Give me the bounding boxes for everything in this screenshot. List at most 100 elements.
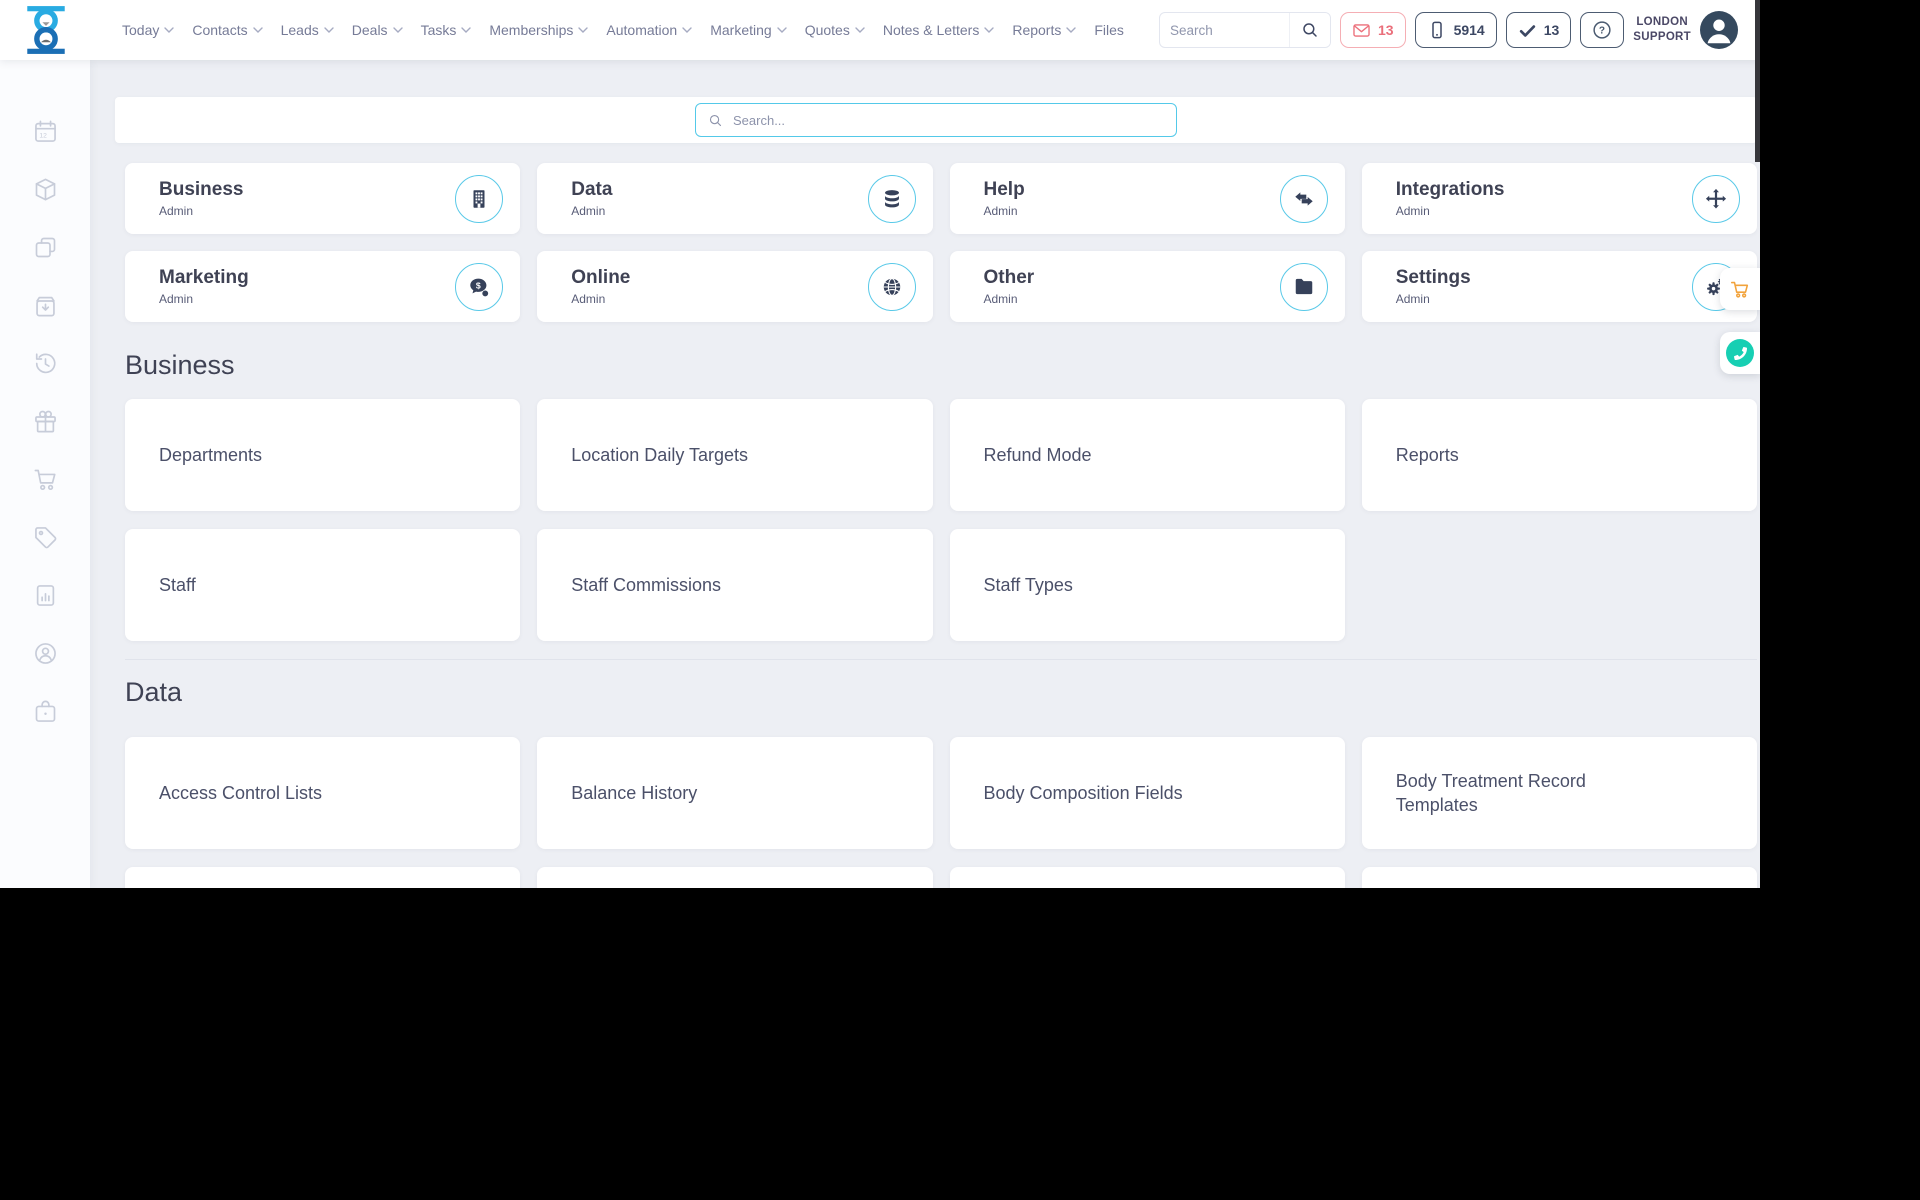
svg-text:$: $ <box>476 280 481 290</box>
tasks-badge[interactable]: 13 <box>1505 12 1572 48</box>
top-navbar: Today Contacts Leads Deals Tasks Members… <box>0 0 1760 60</box>
database-icon <box>867 174 916 223</box>
handshake-icon <box>1279 174 1328 223</box>
category-card-integrations[interactable]: Integrations Admin <box>1361 163 1757 234</box>
phone-badge[interactable]: 5914 <box>1414 12 1497 48</box>
sidebar-item-pricing[interactable] <box>32 524 59 551</box>
scrollbar-thumb[interactable] <box>1755 0 1760 162</box>
category-card-settings[interactable]: Settings Admin <box>1361 251 1757 322</box>
phone-circle <box>1726 339 1754 367</box>
nav-item-tasks[interactable]: Tasks <box>421 22 472 38</box>
category-card-marketing[interactable]: Marketing Admin $ <box>125 251 521 322</box>
user-circle-icon <box>34 643 56 664</box>
mobile-phone-icon <box>1431 21 1442 39</box>
cart-icon <box>1730 281 1749 298</box>
sidebar-item-orders[interactable] <box>32 292 59 319</box>
sidebar-item-duplicates[interactable] <box>32 234 59 261</box>
floating-phone-button[interactable] <box>1720 332 1760 374</box>
nav-item-deals[interactable]: Deals <box>352 22 403 38</box>
left-sidebar: 12 <box>0 60 90 888</box>
sidebar-item-history[interactable] <box>32 350 59 377</box>
comment-dollar-icon: $ <box>455 262 504 311</box>
item-card-refund-mode[interactable]: Refund Mode <box>949 399 1345 512</box>
category-card-business[interactable]: Business Admin <box>125 163 521 234</box>
item-card-staff-commissions[interactable]: Staff Commissions <box>537 529 933 642</box>
chevron-down-icon <box>855 27 865 33</box>
sidebar-item-calendar[interactable]: 12 <box>32 118 59 145</box>
sidebar-item-loyalty[interactable] <box>32 408 59 435</box>
item-card-access-control-lists[interactable]: Access Control Lists <box>125 737 521 850</box>
item-card-reports[interactable]: Reports <box>1361 399 1757 512</box>
sidebar-item-shop[interactable] <box>32 466 59 493</box>
category-card-online[interactable]: Online Admin <box>537 251 933 322</box>
category-card-data[interactable]: Data Admin <box>537 163 933 234</box>
data-grid: Access Control Lists Balance History Bod… <box>125 737 1757 888</box>
nav-item-today[interactable]: Today <box>122 22 175 38</box>
nav-item-contacts[interactable]: Contacts <box>192 22 263 38</box>
building-icon <box>455 174 504 223</box>
category-card-other[interactable]: Other Admin <box>949 251 1345 322</box>
navbar-search-input[interactable] <box>1159 22 1289 38</box>
nav-item-notes-letters[interactable]: Notes & Letters <box>883 22 995 38</box>
search-button[interactable] <box>1288 13 1330 47</box>
nav-item-automation[interactable]: Automation <box>606 22 692 38</box>
item-card-partial[interactable] <box>125 867 521 888</box>
tag-icon <box>34 527 56 549</box>
business-grid: Departments Location Daily Targets Refun… <box>125 399 1757 642</box>
section-title-business: Business <box>125 350 235 380</box>
messages-count: 13 <box>1377 22 1394 38</box>
package-icon <box>35 178 55 201</box>
sidebar-item-reports[interactable] <box>32 582 59 609</box>
section-title-data: Data <box>125 677 183 708</box>
app-window: Today Contacts Leads Deals Tasks Members… <box>0 0 1760 888</box>
item-card-balance-history[interactable]: Balance History <box>537 737 933 850</box>
sidebar-item-lockbox[interactable] <box>32 698 59 725</box>
chevron-down-icon <box>984 27 995 33</box>
nav-item-reports[interactable]: Reports <box>1012 22 1077 38</box>
category-grid: Business Admin Data Admin Help Admin Int… <box>125 163 1757 322</box>
item-card-partial[interactable] <box>1361 867 1757 888</box>
grid-empty-cell <box>1362 529 1757 641</box>
floating-cart-button[interactable] <box>1720 268 1760 310</box>
tasks-count: 13 <box>1543 22 1560 38</box>
item-card-location-daily-targets[interactable]: Location Daily Targets <box>537 399 933 512</box>
category-card-help[interactable]: Help Admin <box>949 163 1345 234</box>
nav-item-leads[interactable]: Leads <box>281 22 334 38</box>
svg-text:12: 12 <box>39 133 47 140</box>
sidebar-item-account[interactable] <box>32 640 59 667</box>
navbar-right-controls: 13 5914 13 ? LONDON SUPPORT <box>1158 0 1738 60</box>
phone-icon <box>1733 346 1747 360</box>
user-icon <box>1707 19 1731 44</box>
chevron-down-icon <box>164 27 175 33</box>
item-card-body-treatment-record-templates[interactable]: Body Treatment Record Templates <box>1361 737 1757 850</box>
item-card-staff[interactable]: Staff <box>125 529 521 642</box>
item-card-partial[interactable] <box>537 867 933 888</box>
nav-item-memberships[interactable]: Memberships <box>489 22 589 38</box>
checkmark-icon <box>1519 24 1535 37</box>
nav-item-files[interactable]: Files <box>1094 22 1124 38</box>
main-content: Business Admin Data Admin Help Admin <box>90 60 1760 888</box>
avatar[interactable] <box>1700 11 1738 49</box>
search-icon <box>709 114 722 126</box>
messages-badge[interactable]: 13 <box>1339 12 1406 48</box>
nav-item-marketing[interactable]: Marketing <box>710 22 787 38</box>
globe-icon <box>867 262 916 311</box>
search-icon <box>1303 23 1317 37</box>
help-badge[interactable]: ? <box>1580 12 1625 48</box>
chevron-down-icon <box>324 27 334 33</box>
app-logo-hourglass-icon[interactable] <box>20 4 72 56</box>
item-card-departments[interactable]: Departments <box>125 399 521 512</box>
chevron-down-icon <box>252 27 263 33</box>
admin-search-input[interactable] <box>731 111 1164 129</box>
chevron-down-icon <box>776 27 787 33</box>
calendar-icon: 12 <box>34 120 56 142</box>
phone-count: 5914 <box>1453 22 1485 38</box>
item-card-staff-types[interactable]: Staff Types <box>949 529 1345 642</box>
nav-item-quotes[interactable]: Quotes <box>805 22 865 38</box>
inbox-box-icon <box>35 296 55 317</box>
move-arrows-icon <box>1692 174 1740 223</box>
item-card-body-composition-fields[interactable]: Body Composition Fields <box>949 737 1345 850</box>
history-icon <box>35 353 56 374</box>
sidebar-item-products[interactable] <box>32 176 59 203</box>
item-card-partial[interactable] <box>949 867 1345 888</box>
